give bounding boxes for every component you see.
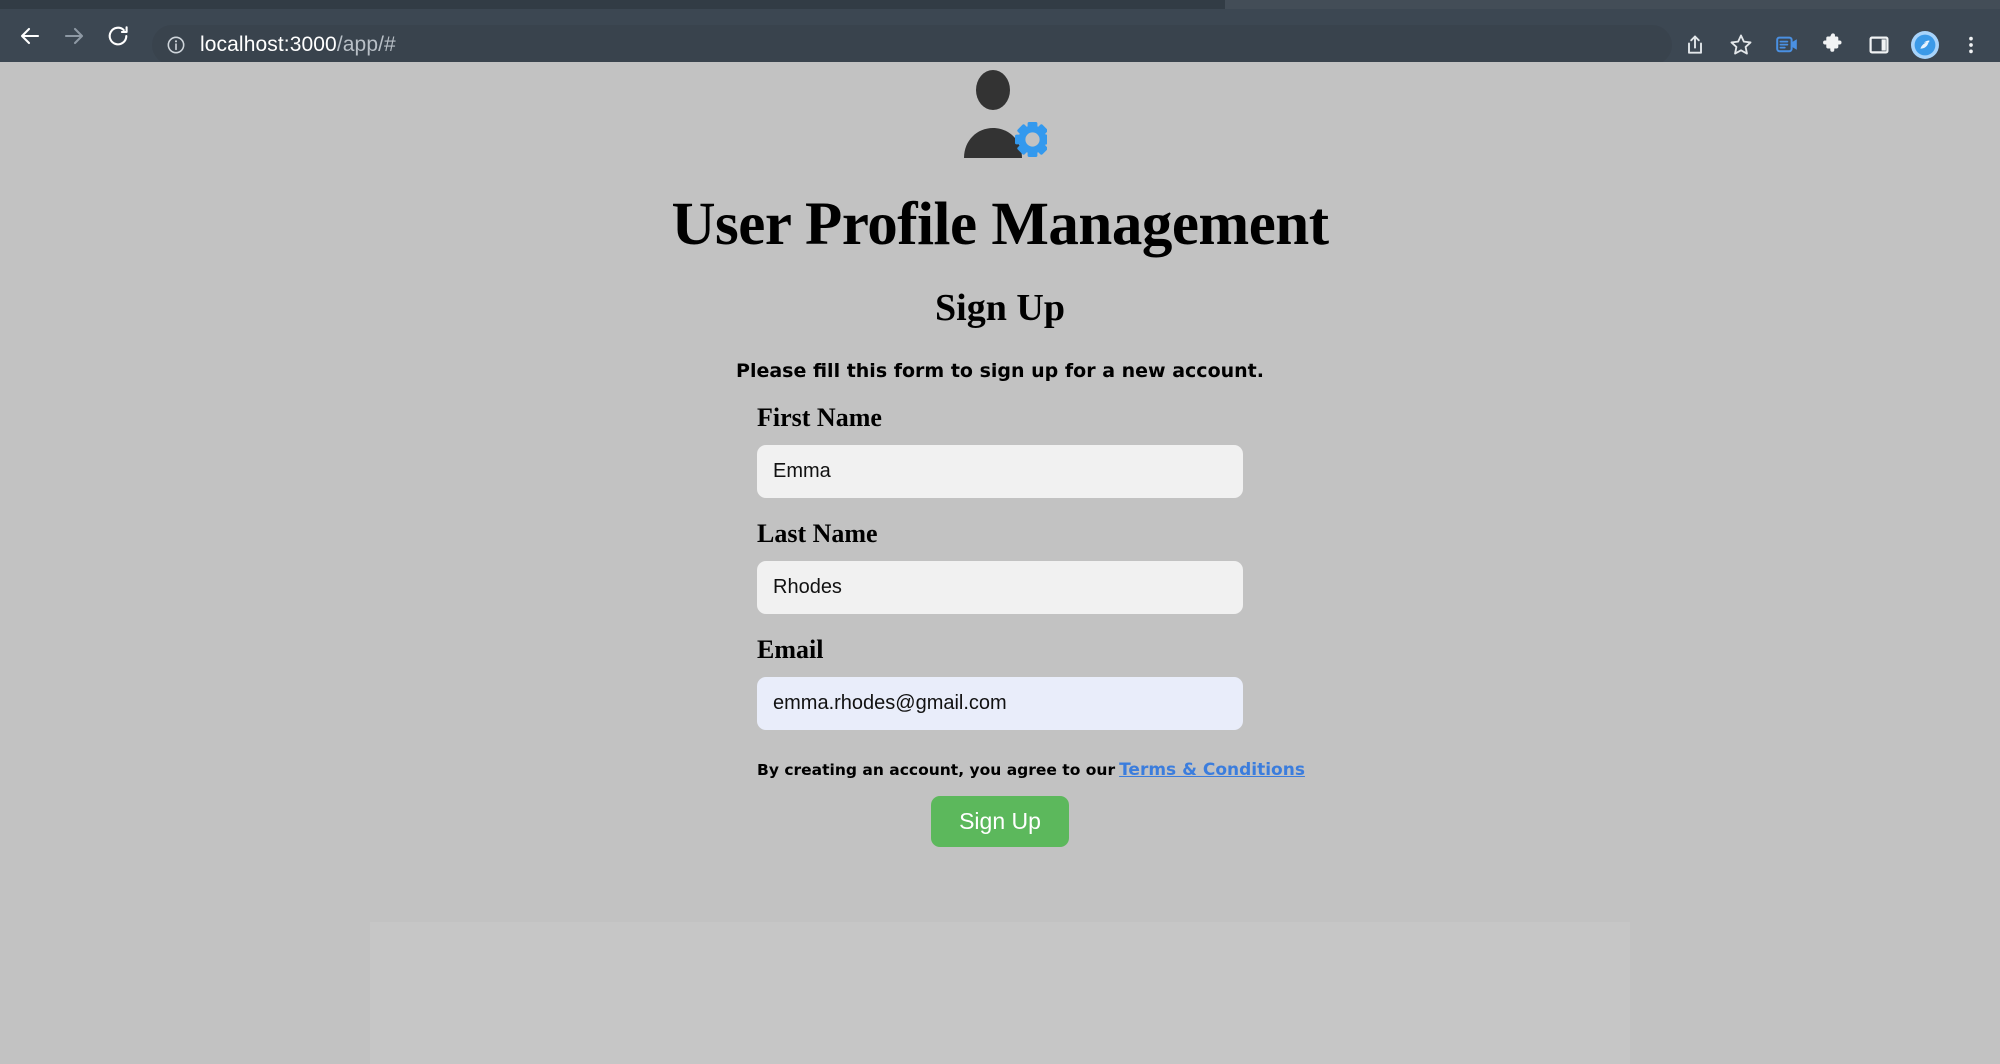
navigation-buttons [8,14,140,58]
first-name-input[interactable] [757,445,1243,498]
info-circle-icon[interactable] [166,35,186,55]
page-viewport: User Profile Management Sign Up Please f… [0,62,2000,1064]
field-group-first-name: First Name [757,403,1243,498]
omnibox-host: localhost:3000 [200,33,337,56]
bookmark-button[interactable] [1718,22,1764,68]
signup-page-content: User Profile Management Sign Up Please f… [0,62,2000,847]
omnibox-text: localhost:3000/app/# [200,33,396,57]
omnibox[interactable]: localhost:3000/app/# [152,25,1672,65]
app-logo [953,66,1050,160]
terms-text: By creating an account, you agree to our [757,761,1116,779]
reload-button[interactable] [96,14,140,58]
share-icon [1688,35,1702,54]
bookmark-star-icon [1730,34,1752,55]
tab-strip[interactable] [0,0,1225,9]
arrow-left-icon [20,27,40,44]
browser-toolbar: localhost:3000/app/# [0,9,2000,65]
email-label: Email [757,635,824,664]
arrow-right-icon [64,27,84,44]
page-title: User Profile Management [671,191,1329,258]
more-vertical-icon [1969,36,1973,53]
extensions-puzzle-icon [1823,32,1842,52]
email-input[interactable] [757,677,1243,730]
form-heading: Sign Up [935,287,1065,329]
side-panel-button[interactable] [1856,22,1902,68]
terms-notice: By creating an account, you agree to our… [757,760,1305,780]
more-menu-button[interactable] [1948,22,1994,68]
reload-icon [108,25,128,45]
signup-form: First Name Last Name Email By creating a… [757,403,1305,847]
omnibox-path: /app/# [336,33,396,56]
field-group-last-name: Last Name [757,519,1243,614]
submit-row: Sign Up [757,796,1243,847]
side-panel-icon [1869,35,1889,54]
page-lower-panel [370,922,1630,1064]
last-name-label: Last Name [757,519,878,548]
extensions-button[interactable] [1810,22,1856,68]
forward-button[interactable] [52,14,96,58]
form-instruction: Please fill this form to sign up for a n… [736,360,1264,382]
tab-strip-empty-area [1225,0,2000,9]
terms-and-conditions-link[interactable]: Terms & Conditions [1119,760,1305,780]
profile-button[interactable] [1902,22,1948,68]
share-button[interactable] [1672,22,1718,68]
last-name-input[interactable] [757,561,1243,614]
user-settings-icon [964,70,1050,158]
first-name-label: First Name [757,403,882,432]
screen-recorder-button[interactable] [1764,22,1810,68]
screen-recorder-icon [1776,36,1797,52]
profile-avatar-icon [1911,30,1939,59]
sign-up-button[interactable]: Sign Up [931,796,1069,847]
field-group-email: Email [757,635,1243,730]
back-button[interactable] [8,14,52,58]
